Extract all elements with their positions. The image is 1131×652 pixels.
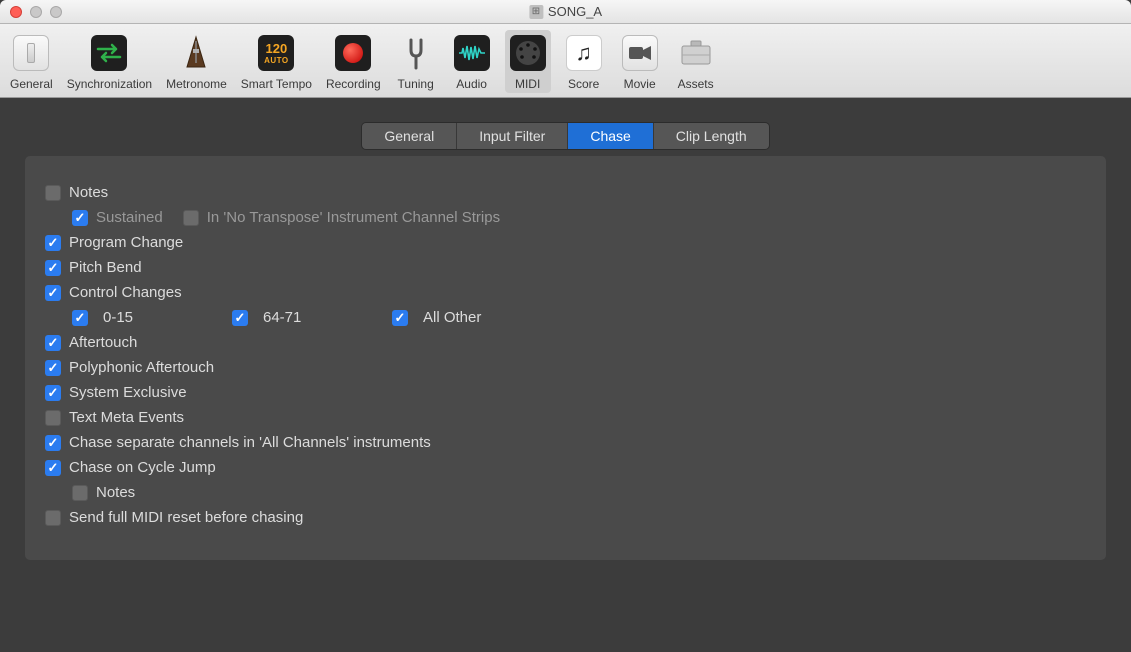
checkbox-pitch-bend[interactable]	[45, 260, 61, 276]
label-sysex: System Exclusive	[69, 384, 187, 401]
chase-panel: Notes Sustained In 'No Transpose' Instru…	[25, 156, 1106, 560]
toolbar-label: Movie	[624, 77, 656, 91]
record-icon	[332, 32, 374, 74]
window-title: ⊞ SONG_A	[529, 4, 602, 19]
waveform-icon	[451, 32, 493, 74]
smart-tempo-icon: 120 AUTO	[255, 32, 297, 74]
toolbar-synchronization[interactable]: Synchronization	[65, 30, 154, 93]
toolbar-smart-tempo[interactable]: 120 AUTO Smart Tempo	[239, 30, 314, 93]
midi-subtabs: General Input Filter Chase Clip Length	[361, 122, 769, 150]
content-area: General Input Filter Chase Clip Length N…	[0, 98, 1131, 652]
toolbar-label: Tuning	[398, 77, 434, 91]
toolbar-assets[interactable]: Assets	[673, 30, 719, 93]
midi-connector-icon	[507, 32, 549, 74]
label-cc-64-71: 64-71	[263, 309, 301, 326]
toolbar-recording[interactable]: Recording	[324, 30, 383, 93]
switch-icon	[10, 32, 52, 74]
label-cc-0-15: 0-15	[103, 309, 133, 326]
checkbox-sep-channels[interactable]	[45, 435, 61, 451]
toolbar-midi[interactable]: MIDI	[505, 30, 551, 93]
checkbox-cycle-notes[interactable]	[72, 485, 88, 501]
checkbox-sustained[interactable]	[72, 210, 88, 226]
label-poly-aftertouch: Polyphonic Aftertouch	[69, 359, 214, 376]
label-cycle-notes: Notes	[96, 484, 135, 501]
tuning-fork-icon	[395, 32, 437, 74]
checkbox-aftertouch[interactable]	[45, 335, 61, 351]
checkbox-cc-all-other[interactable]	[392, 310, 408, 326]
label-control-changes: Control Changes	[69, 284, 182, 301]
toolbar-score[interactable]: ♫ Score	[561, 30, 607, 93]
toolbar-movie[interactable]: Movie	[617, 30, 663, 93]
label-aftertouch: Aftertouch	[69, 334, 137, 351]
label-cc-all-other: All Other	[423, 309, 481, 326]
checkbox-poly-aftertouch[interactable]	[45, 360, 61, 376]
label-no-transpose: In 'No Transpose' Instrument Channel Str…	[207, 209, 500, 226]
preferences-toolbar: General Synchronization	[0, 24, 1131, 98]
checkbox-program-change[interactable]	[45, 235, 61, 251]
label-notes: Notes	[69, 184, 108, 201]
toolbar-label: Smart Tempo	[241, 77, 312, 91]
document-proxy-icon: ⊞	[529, 5, 543, 19]
checkbox-full-reset[interactable]	[45, 510, 61, 526]
movie-camera-icon	[619, 32, 661, 74]
checkbox-notes[interactable]	[45, 185, 61, 201]
checkbox-text-meta[interactable]	[45, 410, 61, 426]
toolbar-audio[interactable]: Audio	[449, 30, 495, 93]
subtab-input-filter[interactable]: Input Filter	[457, 123, 568, 149]
label-text-meta: Text Meta Events	[69, 409, 184, 426]
toolbar-label: Score	[568, 77, 599, 91]
minimize-window-button[interactable]	[30, 6, 42, 18]
sync-arrows-icon	[88, 32, 130, 74]
label-cycle-jump: Chase on Cycle Jump	[69, 459, 216, 476]
checkbox-no-transpose[interactable]	[183, 210, 199, 226]
label-sep-channels: Chase separate channels in 'All Channels…	[69, 434, 431, 451]
toolbar-label: MIDI	[515, 77, 540, 91]
zoom-window-button[interactable]	[50, 6, 62, 18]
metronome-icon	[175, 32, 217, 74]
titlebar: ⊞ SONG_A	[0, 0, 1131, 24]
label-pitch-bend: Pitch Bend	[69, 259, 142, 276]
label-full-reset: Send full MIDI reset before chasing	[69, 509, 303, 526]
music-note-icon: ♫	[563, 32, 605, 74]
toolbar-label: Metronome	[166, 77, 227, 91]
window-title-text: SONG_A	[548, 4, 602, 19]
checkbox-cycle-jump[interactable]	[45, 460, 61, 476]
toolbar-label: Assets	[678, 77, 714, 91]
checkbox-control-changes[interactable]	[45, 285, 61, 301]
toolbar-label: General	[10, 77, 53, 91]
subtab-general[interactable]: General	[362, 123, 457, 149]
checkbox-sysex[interactable]	[45, 385, 61, 401]
checkbox-cc-64-71[interactable]	[232, 310, 248, 326]
close-window-button[interactable]	[10, 6, 22, 18]
toolbar-general[interactable]: General	[8, 30, 55, 93]
subtab-clip-length[interactable]: Clip Length	[654, 123, 769, 149]
toolbar-label: Recording	[326, 77, 381, 91]
toolbar-label: Audio	[456, 77, 487, 91]
toolbar-metronome[interactable]: Metronome	[164, 30, 229, 93]
label-program-change: Program Change	[69, 234, 183, 251]
briefcase-icon	[675, 32, 717, 74]
checkbox-cc-0-15[interactable]	[72, 310, 88, 326]
toolbar-tuning[interactable]: Tuning	[393, 30, 439, 93]
toolbar-label: Synchronization	[67, 77, 152, 91]
subtab-chase[interactable]: Chase	[568, 123, 653, 149]
label-sustained: Sustained	[96, 209, 163, 226]
